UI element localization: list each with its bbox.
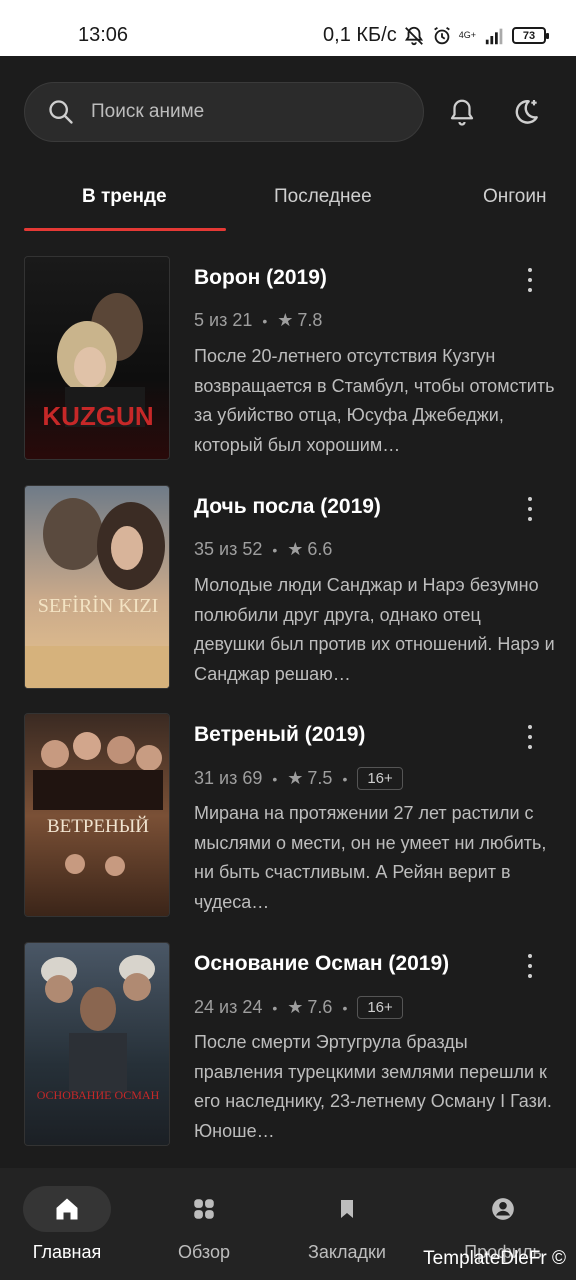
rating-value: 6.6 bbox=[307, 539, 333, 559]
poster-image[interactable]: ОСНОВАНИЕ ОСМАН bbox=[24, 942, 170, 1146]
more-options-icon[interactable] bbox=[518, 495, 542, 523]
status-speed: 0,1 КБ/с bbox=[323, 24, 397, 46]
nav-home-label: Главная bbox=[32, 1242, 102, 1262]
status-bar: 13:06 0,1 КБ/с 4G+ 73 bbox=[0, 0, 576, 56]
item-description: После смерти Эртугрула бразды правления … bbox=[194, 1032, 552, 1141]
item-meta: 24 из 24 • ★ 7.6 • 16+ bbox=[194, 996, 403, 1019]
grid-icon bbox=[194, 1199, 214, 1219]
star-icon: ★ bbox=[287, 997, 304, 1017]
status-time: 13:06 bbox=[78, 24, 129, 46]
poster-title: ОСНОВАНИЕ ОСМАН bbox=[37, 1088, 160, 1102]
search-bar[interactable] bbox=[24, 82, 424, 142]
signal-icon bbox=[485, 28, 503, 44]
rating-value: 7.6 bbox=[307, 997, 333, 1017]
home-icon bbox=[56, 1198, 78, 1220]
profile-icon bbox=[492, 1198, 514, 1220]
episode-count: 5 из 21 bbox=[194, 310, 253, 330]
separator-dot: • bbox=[262, 312, 268, 329]
nav-browse[interactable]: Обзор bbox=[144, 1186, 264, 1263]
episode-count: 35 из 52 bbox=[194, 539, 263, 559]
poster-title: ВЕТРЕНЫЙ bbox=[47, 816, 149, 837]
episode-count: 24 из 24 bbox=[194, 997, 263, 1017]
item-title[interactable]: Дочь посла (2019) bbox=[194, 495, 381, 519]
item-description: Молодые люди Санджар и Нарэ безумно полю… bbox=[194, 575, 555, 684]
list-item[interactable]: KUZGUN Ворон (2019) 5 из 21 • ★ 7.8 Посл… bbox=[24, 256, 554, 462]
notifications-button[interactable] bbox=[442, 92, 482, 132]
age-rating-badge: 16+ bbox=[357, 996, 403, 1019]
separator-dot: • bbox=[342, 770, 348, 787]
item-description: Мирана на протяжении 27 лет растили с мы… bbox=[194, 803, 547, 912]
list-item[interactable]: ВЕТРЕНЫЙ Ветреный (2019) 31 из 69 • ★ 7.… bbox=[24, 713, 554, 919]
star-icon: ★ bbox=[287, 768, 304, 788]
status-network: 4G+ bbox=[458, 30, 476, 40]
nav-home[interactable]: Главная bbox=[7, 1186, 127, 1263]
separator-dot: • bbox=[272, 770, 278, 787]
status-right: 0,1 КБ/с 4G+ 73 bbox=[323, 24, 549, 47]
list-item[interactable]: SEFİRİN KIZI Дочь посла (2019) 35 из 52 … bbox=[24, 485, 555, 691]
nav-profile-pill bbox=[459, 1186, 547, 1232]
nav-bookmarks-pill bbox=[303, 1186, 391, 1232]
tab-trending[interactable]: В тренде bbox=[82, 186, 167, 208]
nav-home-pill bbox=[23, 1186, 111, 1232]
bell-icon bbox=[450, 99, 474, 126]
theme-toggle-button[interactable] bbox=[506, 92, 546, 132]
search-icon bbox=[49, 100, 73, 124]
poster-image[interactable]: SEFİRİN KIZI bbox=[24, 485, 170, 689]
star-icon: ★ bbox=[287, 539, 304, 559]
alarm-icon bbox=[433, 26, 450, 44]
separator-dot: • bbox=[342, 999, 348, 1016]
item-title[interactable]: Ветреный (2019) bbox=[194, 723, 365, 747]
category-tabs: В тренде Последнее Онгоин bbox=[0, 168, 576, 232]
poster-image[interactable]: KUZGUN bbox=[24, 256, 170, 460]
nav-browse-pill bbox=[160, 1186, 248, 1232]
battery-indicator: 73 bbox=[512, 27, 549, 44]
item-meta: 31 из 69 • ★ 7.5 • 16+ bbox=[194, 767, 403, 790]
tab-latest[interactable]: Последнее bbox=[274, 186, 372, 208]
poster-title: KUZGUN bbox=[42, 401, 153, 431]
item-description: После 20-летнего отсутствия Кузгун возвр… bbox=[194, 346, 555, 455]
moon-star-icon bbox=[515, 100, 538, 124]
nav-bookmarks-label: Закладки bbox=[308, 1242, 386, 1262]
tab-ongoing[interactable]: Онгоин bbox=[483, 186, 546, 208]
age-rating-badge: 16+ bbox=[357, 767, 403, 790]
rating-value: 7.8 bbox=[297, 310, 323, 330]
more-options-icon[interactable] bbox=[518, 266, 542, 294]
item-meta: 5 из 21 • ★ 7.8 bbox=[194, 310, 322, 331]
nav-bookmarks[interactable]: Закладки bbox=[287, 1186, 407, 1263]
nav-browse-label: Обзор bbox=[178, 1242, 230, 1262]
rating-value: 7.5 bbox=[307, 768, 333, 788]
separator-dot: • bbox=[272, 999, 278, 1016]
more-options-icon[interactable] bbox=[518, 723, 542, 751]
bell-off-icon bbox=[404, 26, 423, 45]
list-item[interactable]: ОСНОВАНИЕ ОСМАН Основание Осман (2019) 2… bbox=[24, 942, 554, 1148]
poster-image[interactable]: ВЕТРЕНЫЙ bbox=[24, 713, 170, 917]
watermark-text: TemplateDleFr © bbox=[423, 1248, 566, 1269]
star-icon: ★ bbox=[277, 310, 294, 330]
item-title[interactable]: Ворон (2019) bbox=[194, 266, 327, 290]
bookmark-icon bbox=[341, 1200, 353, 1218]
active-tab-indicator bbox=[24, 228, 226, 231]
separator-dot: • bbox=[272, 541, 278, 558]
search-input[interactable] bbox=[91, 101, 381, 123]
more-options-icon[interactable] bbox=[518, 952, 542, 980]
poster-title: SEFİRİN KIZI bbox=[38, 594, 159, 617]
item-title[interactable]: Основание Осман (2019) bbox=[194, 952, 449, 976]
episode-count: 31 из 69 bbox=[194, 768, 263, 788]
item-meta: 35 из 52 • ★ 6.6 bbox=[194, 539, 332, 560]
